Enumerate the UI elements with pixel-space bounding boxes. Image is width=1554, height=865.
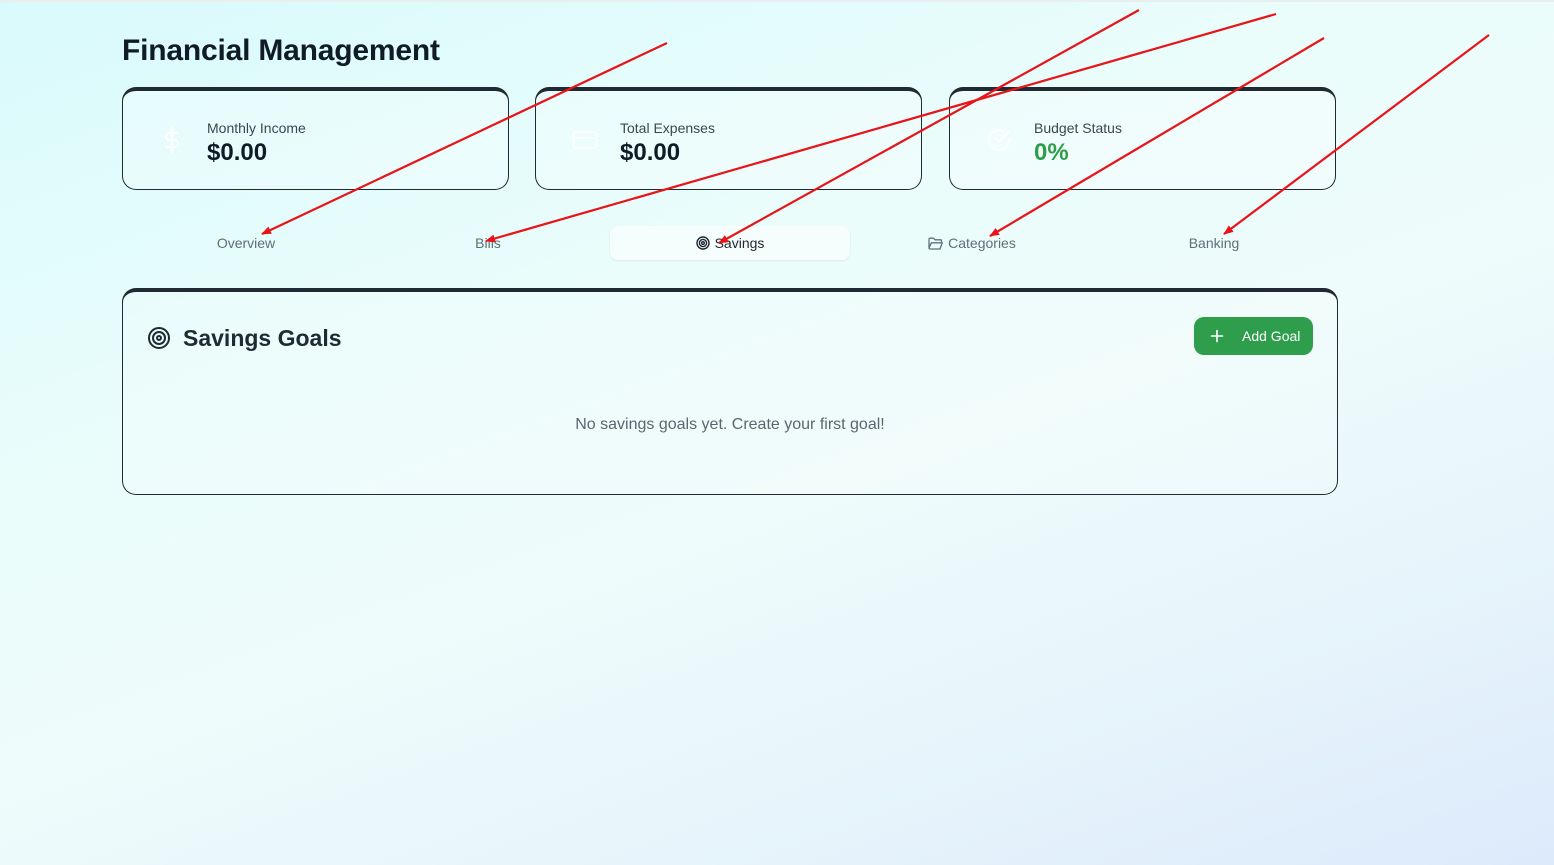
tab-label: Bills xyxy=(475,235,501,251)
tab-label: Savings xyxy=(714,235,765,251)
tab-overview[interactable]: Overview xyxy=(126,226,366,260)
panel-title: Savings Goals xyxy=(183,325,342,351)
target-icon xyxy=(695,236,710,250)
page-title: Financial Management xyxy=(122,34,440,67)
card-label: Budget Status xyxy=(1034,120,1122,136)
add-goal-button[interactable]: Add Goal xyxy=(1194,317,1313,355)
credit-card-icon xyxy=(572,127,598,153)
tab-bills[interactable]: Bills xyxy=(368,226,608,260)
card-value: 0% xyxy=(1034,139,1069,166)
plus-icon xyxy=(1210,329,1224,343)
card-label: Total Expenses xyxy=(620,120,715,136)
tab-savings[interactable]: Savings xyxy=(610,226,850,260)
dollar-icon xyxy=(159,127,185,153)
savings-goals-panel: Savings Goals Add Goal No savings goals … xyxy=(122,288,1338,495)
total-expenses-card: Total Expenses $0.00 xyxy=(535,87,922,190)
card-label: Monthly Income xyxy=(207,120,306,136)
tab-label: Categories xyxy=(948,235,1016,251)
top-border xyxy=(0,0,1554,2)
card-value: $0.00 xyxy=(620,139,681,166)
add-goal-label: Add Goal xyxy=(1242,328,1301,344)
tab-label: Banking xyxy=(1188,235,1240,251)
tab-label: Overview xyxy=(216,235,276,251)
monthly-income-card: Monthly Income $0.00 xyxy=(122,87,509,190)
budget-status-card: Budget Status 0% xyxy=(949,87,1336,190)
tab-banking[interactable]: Banking xyxy=(1094,226,1334,260)
empty-state-message: No savings goals yet. Create your first … xyxy=(575,416,885,433)
card-value: $0.00 xyxy=(207,139,268,166)
target-icon xyxy=(147,326,171,350)
tab-bar: Overview Bills Savings Categories Bankin… xyxy=(126,226,1334,262)
tab-categories[interactable]: Categories xyxy=(852,226,1092,260)
folder-icon xyxy=(928,237,943,250)
check-circle-icon xyxy=(986,127,1012,153)
